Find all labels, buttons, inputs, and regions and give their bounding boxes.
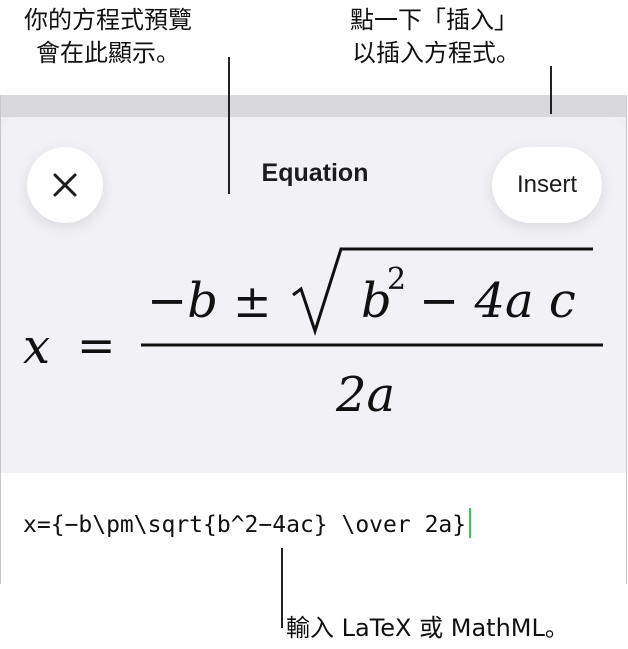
callout-insert-line1: 點一下「插入」 [350, 6, 518, 34]
callout-insert-note: 點一下「插入」 以插入方程式。 [350, 4, 520, 70]
equation-input-area[interactable]: x={−b\pm\sqrt{b^2−4ac} \over 2a} [1, 473, 626, 584]
equation-preview: x = −b ± b 2 − 4a c 2a [23, 247, 603, 423]
plus-minus-sign: ± [233, 274, 272, 328]
panel-backdrop [1, 95, 626, 117]
radicand-minus-4ac: − 4a c [419, 273, 576, 329]
equation-equals: = [77, 318, 116, 372]
latex-input-text: x={−b\pm\sqrt{b^2−4ac} \over 2a} [23, 512, 467, 538]
equation-sheet: Equation Insert x = −b ± b 2 − 4a c 2a [1, 117, 626, 473]
exponent-two: 2 [387, 262, 406, 297]
latex-input-field[interactable]: x={−b\pm\sqrt{b^2−4ac} \over 2a} [23, 508, 472, 538]
callout-insert-line2: 以插入方程式。 [352, 39, 520, 67]
callout-preview-line1: 你的方程式預覽 [24, 6, 192, 34]
numerator-minus-b: −b [147, 273, 218, 329]
callout-input-note: 輸入 LaTeX 或 MathML。 [286, 614, 569, 642]
callout-preview-line2: 會在此顯示。 [36, 39, 180, 67]
preview-leader-line [228, 57, 230, 194]
input-leader-line [281, 548, 283, 628]
equation-lhs: x [23, 319, 50, 375]
insert-leader-line [550, 66, 552, 114]
callout-preview-note: 你的方程式預覽 會在此顯示。 [24, 4, 192, 70]
text-cursor [469, 508, 472, 538]
denominator-2a: 2a [335, 367, 395, 423]
equation-panel: Equation Insert x = −b ± b 2 − 4a c 2a x… [0, 95, 627, 584]
